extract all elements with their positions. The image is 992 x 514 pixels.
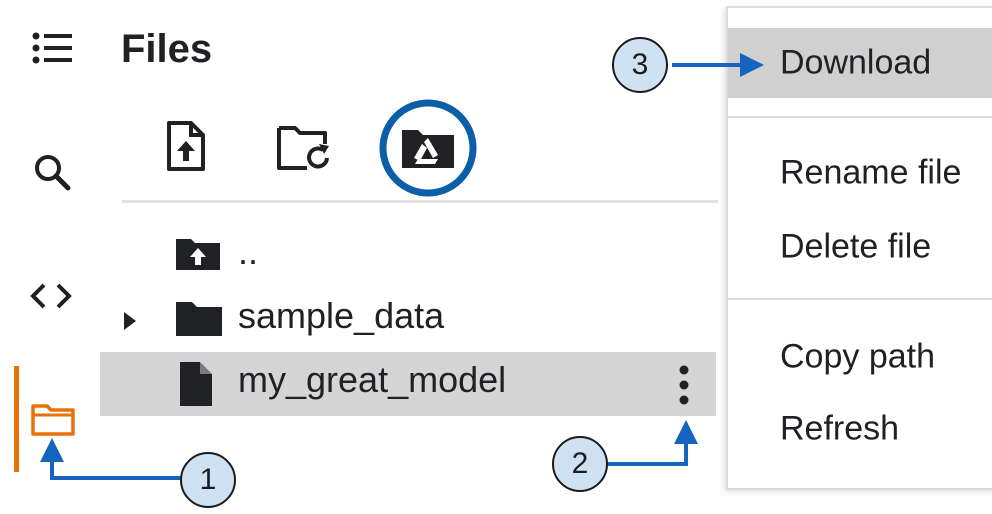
expand-caret-icon[interactable] xyxy=(122,310,138,332)
file-row-selected[interactable]: my_great_model xyxy=(100,352,716,416)
search-icon[interactable] xyxy=(30,150,74,194)
callout-1: 1 xyxy=(180,452,236,508)
active-indicator xyxy=(14,366,19,472)
table-of-contents-icon[interactable] xyxy=(28,30,76,66)
menu-item-download[interactable]: Download xyxy=(728,28,992,98)
folder-refresh-icon xyxy=(277,126,329,170)
code-snippets-icon[interactable] xyxy=(26,276,76,316)
folder-icon[interactable] xyxy=(28,398,78,440)
upload-button[interactable] xyxy=(158,116,214,176)
file-context-menu: Download Rename file Delete file Copy pa… xyxy=(726,6,992,490)
mount-drive-button[interactable] xyxy=(378,98,478,198)
parent-folder-icon[interactable] xyxy=(176,236,220,270)
files-panel-title: Files xyxy=(121,27,213,71)
folder-icon xyxy=(176,298,222,336)
refresh-button[interactable] xyxy=(274,118,338,178)
google-drive-folder-icon xyxy=(402,130,454,168)
callout-3: 3 xyxy=(612,37,668,93)
parent-folder-label[interactable]: .. xyxy=(238,232,258,272)
menu-item-refresh[interactable]: Refresh xyxy=(728,394,992,464)
toolbar-divider xyxy=(122,200,718,203)
menu-item-copy-path[interactable]: Copy path xyxy=(728,322,992,392)
more-options-icon[interactable] xyxy=(676,364,692,406)
upload-file-icon xyxy=(167,121,205,171)
folder-label-sample-data[interactable]: sample_data xyxy=(238,296,444,336)
file-icon xyxy=(180,362,212,406)
menu-item-delete-file[interactable]: Delete file xyxy=(728,212,992,282)
menu-item-rename-file[interactable]: Rename file xyxy=(728,138,992,208)
file-label-my-great-model[interactable]: my_great_model xyxy=(238,360,506,400)
menu-divider xyxy=(728,298,992,300)
callout-2: 2 xyxy=(552,436,608,492)
menu-divider xyxy=(728,116,992,118)
